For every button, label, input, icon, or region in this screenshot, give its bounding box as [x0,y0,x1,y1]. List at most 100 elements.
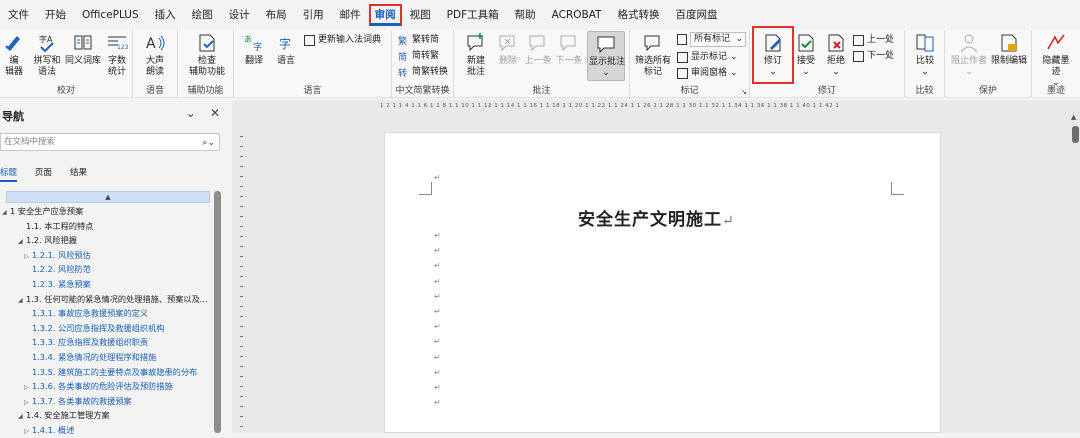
navigation-pane: 导航 ⌄ ✕ 在文档中搜索 ⌕⌄ 标题 页面 结果 ▲ ◢ 1 安全生产应急预案 1… [0,100,230,435]
menu-tab-10[interactable]: 视图 [402,4,439,26]
expand-caret-icon[interactable]: ◢ [18,294,26,307]
menu-tab-15[interactable]: 百度网盘 [668,4,726,26]
group-chinese-conversion: 繁 繁转简 简 简转繁 转 简繁转换 中文简繁转换 [392,30,454,98]
expand-caret-icon[interactable]: ◢ [2,206,10,219]
menu-tab-0[interactable]: 文件 [0,4,37,26]
delete-comment-button[interactable]: 删除 [494,32,522,67]
menu-tab-1[interactable]: 开始 [37,4,74,26]
group-protect: 阻止作者 ⌄ 限制编辑 保护 [945,30,1032,98]
new-comment-button[interactable]: 新建 批注 [462,32,490,78]
next-change-button[interactable]: 下一处 [853,49,894,63]
nav-heading-item[interactable]: ◢ 1.4. 安全施工管理方案 [0,408,212,423]
chevron-down-icon[interactable]: ⌄ [186,106,196,120]
filter-markup-button[interactable]: 筛选所有 标记 [634,32,672,78]
next-comment-button[interactable]: 下一条 [555,32,583,67]
expand-caret-icon[interactable]: ▷ [24,425,32,438]
expand-caret-icon[interactable]: ▷ [24,381,32,394]
vertical-ruler [236,136,246,433]
simp-to-trad-button[interactable]: 简 简转繁 [398,49,439,63]
nav-heading-item[interactable]: ◢ 1 安全生产应急预案 [0,204,212,219]
tab-pages[interactable]: 页面 [35,166,52,182]
nav-heading-item[interactable]: ◢ 1.2. 风险把握 [0,233,212,248]
update-ime-button[interactable]: 更新输入法词典 [304,33,381,47]
restrict-editing-button[interactable]: 限制编辑 [989,32,1029,67]
menu-tab-2[interactable]: OfficePLUS [74,4,147,26]
prev-change-button[interactable]: 上一处 [853,33,894,47]
nav-heading-item[interactable]: 1.3.2. 公司应急指挥及救援组织机构 [0,321,212,336]
close-icon[interactable]: ✕ [210,106,220,120]
thesaurus-button[interactable]: 同义词库 [63,32,103,67]
nav-heading-item[interactable]: 1.2.3. 紧急预案 [0,277,212,292]
nav-search-input[interactable]: 在文档中搜索 ⌕⌄ [0,133,220,151]
chinese-convert-button[interactable]: 转 简繁转换 [398,65,448,79]
horizontal-ruler: 1 2 1 1 4 1 1 6 1 1 8 1 1 10 1 1 12 1 1 … [380,103,840,109]
nav-heading-item[interactable]: 1.3.1. 事故应急救援预案的定义 [0,306,212,321]
compare-button[interactable]: 比较 ⌄ [910,32,940,78]
accessibility-check-icon [199,34,215,52]
language-button[interactable]: 字 语言 [272,32,300,67]
chevron-down-icon: ⌄ [802,67,810,77]
nav-heading-item[interactable]: 1.2.2. 风险防范 [0,262,212,277]
ruler-tick [240,296,243,297]
menu-tab-11[interactable]: PDF工具箱 [439,4,507,26]
nav-heading-label: 1.3.4. 紧急情况的处理程序和措施 [32,351,157,362]
nav-heading-item[interactable]: ◢ 1.3. 任何可能的紧急情况的处理措施、预案以及... [0,292,212,307]
nav-heading-item[interactable]: ▷ 1.3.7. 各类事故的救援预案 [0,394,212,409]
nav-heading-item[interactable]: 1.3.5. 建筑施工的主要特点及事故隐患的分布 [0,365,212,380]
track-changes-button[interactable]: 修订 ⌄ [758,32,788,78]
document-title[interactable]: 安全生产文明施工↵ [578,205,735,230]
tab-headings[interactable]: 标题 [0,166,18,182]
document-scrollbar[interactable] [1072,126,1079,143]
check-accessibility-button[interactable]: 检查 辅助功能 [184,32,230,78]
hide-ink-button[interactable]: 隐藏墨 迹 ⌄ [1038,32,1074,89]
prev-comment-button[interactable]: 上一条 [524,32,552,67]
menu-tab-3[interactable]: 插入 [147,4,184,26]
nav-heading-item[interactable]: 1.3.3. 应急指挥及救援组织职责 [0,335,212,350]
nav-heading-label: 1.2.1. 风险预估 [32,249,91,260]
expand-caret-icon[interactable]: ◢ [18,410,26,423]
menu-tab-5[interactable]: 设计 [221,4,258,26]
menu-tab-12[interactable]: 帮助 [507,4,544,26]
editor-button[interactable]: 编 辑器 [2,32,26,78]
expand-caret-icon[interactable]: ▷ [24,396,32,409]
search-icon[interactable]: ⌕⌄ [202,135,215,151]
menu-tab-13[interactable]: ACROBAT [544,4,610,26]
menu-tab-9[interactable]: 审阅 [368,4,402,26]
menu-tab-6[interactable]: 布局 [258,4,295,26]
document-page[interactable]: 安全生产文明施工↵ ↵ ↵ ↵ ↵ ↵ ↵ ↵ ↵ ↵ ↵ ↵ ↵ ↵ [384,132,941,433]
nav-heading-item[interactable]: 1.3.4. 紧急情况的处理程序和措施 [0,350,212,365]
markup-display-select[interactable]: 所有标记 ⌄ [690,32,746,47]
dialog-launcher-icon[interactable]: ↘ [741,88,747,96]
nav-heading-label: 1.3.1. 事故应急救援预案的定义 [32,308,149,319]
nav-heading-item[interactable]: ▷ 1.2.1. 风险预估 [0,248,212,263]
block-authors-button[interactable]: 阻止作者 ⌄ [949,32,989,78]
translate-button[interactable]: あ字 翻译 [240,32,268,67]
ruler-tick [240,356,243,357]
show-comments-button[interactable]: 显示批注 ⌄ [587,31,625,81]
scroll-up-button[interactable]: ▲ [6,191,210,203]
menu-tab-7[interactable]: 引用 [295,4,332,26]
expand-caret-icon[interactable]: ◢ [18,235,26,248]
menu-tab-14[interactable]: 格式转换 [610,4,668,26]
trad-to-simp-button[interactable]: 繁 繁转简 [398,33,439,47]
reject-button[interactable]: 拒绝 ⌄ [822,32,850,78]
nav-heading-item[interactable]: ▷ 1.4.1. 概述 [0,423,212,438]
compare-icon [916,34,934,52]
menu-tab-4[interactable]: 绘图 [184,4,221,26]
ruler-tick [240,236,243,237]
reviewing-pane-button[interactable]: 审阅窗格 ⌄ [677,66,738,80]
read-aloud-button[interactable]: A 大声 朗读 [141,32,169,78]
reject-icon [828,34,844,52]
expand-caret-icon[interactable]: ▷ [24,250,32,263]
show-markup-button[interactable]: 显示标记 ⌄ [677,50,738,64]
nav-scrollbar[interactable] [214,191,221,433]
accept-button[interactable]: 接受 ⌄ [792,32,820,78]
spelling-grammar-button[interactable]: 字A 拼写和 语法 [30,32,64,78]
word-count-button[interactable]: 123 字数 统计 [104,32,130,78]
nav-heading-item[interactable]: ▷ 1.3.6. 各类事故的危险评估及预防措施 [0,379,212,394]
menu-tab-8[interactable]: 邮件 [332,4,369,26]
tab-results[interactable]: 结果 [70,166,87,182]
scroll-up-icon[interactable]: ▲ [1071,113,1076,121]
ruler-tick [240,346,243,347]
nav-heading-item[interactable]: 1.1. 本工程的特点 [0,219,212,234]
